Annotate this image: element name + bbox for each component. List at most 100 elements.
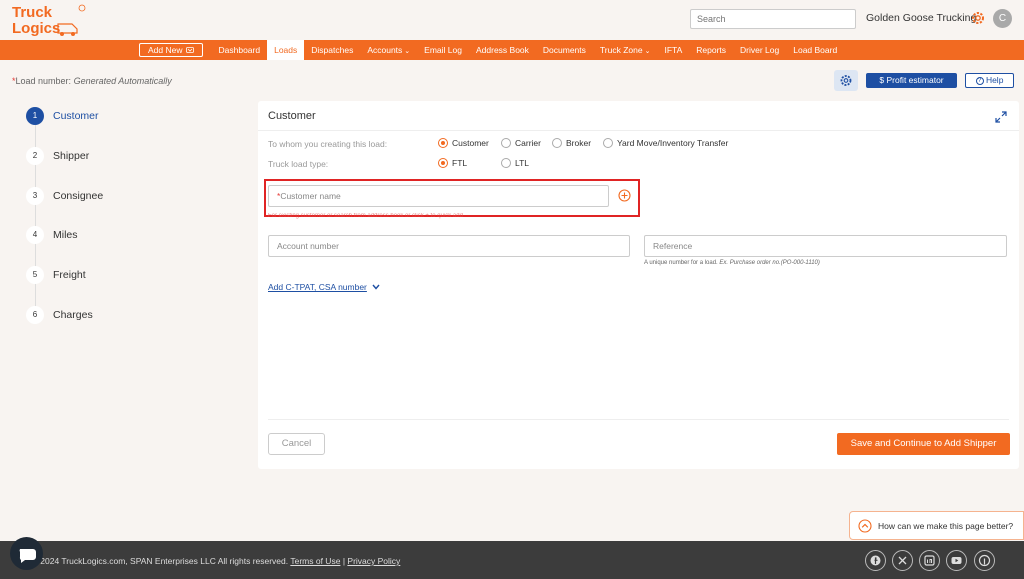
radio-ftl[interactable]: FTL: [438, 158, 467, 168]
gear-icon: [840, 75, 852, 86]
nav-item-documents[interactable]: Documents: [536, 40, 593, 60]
nav-item-email-log[interactable]: Email Log: [417, 40, 469, 60]
radio-label: Broker: [566, 138, 592, 148]
step-label: Consignee: [53, 190, 104, 202]
step-number: 4: [26, 226, 44, 244]
step-miles[interactable]: 4 Miles: [26, 226, 78, 244]
help-button[interactable]: ? Help: [965, 73, 1014, 88]
help-icon: ?: [975, 76, 984, 85]
radio-broker[interactable]: Broker: [552, 138, 591, 148]
step-label: Charges: [53, 309, 93, 321]
youtube-icon[interactable]: [946, 550, 967, 571]
customer-hint: For existing customer or search from add…: [268, 213, 463, 219]
chevron-up-icon: [858, 518, 872, 533]
step-number: 2: [26, 147, 44, 165]
save-continue-button[interactable]: Save and Continue to Add Shipper: [837, 433, 1010, 455]
step-freight[interactable]: 5 Freight: [26, 266, 86, 284]
nav-item-driver-log[interactable]: Driver Log: [733, 40, 786, 60]
step-label: Miles: [53, 229, 78, 241]
load-number-value: Generated Automatically: [73, 76, 172, 86]
facebook-icon[interactable]: [865, 550, 886, 571]
x-icon[interactable]: [892, 550, 913, 571]
step-shipper[interactable]: 2 Shipper: [26, 147, 89, 165]
radio-dot: [552, 138, 562, 148]
feedback-widget[interactable]: How can we make this page better?: [849, 511, 1024, 540]
chat-button[interactable]: [10, 537, 43, 570]
step-number: 3: [26, 187, 44, 205]
nav-item-dashboard[interactable]: Dashboard: [212, 40, 268, 60]
chevron-down-icon: [372, 284, 380, 290]
gear-icon[interactable]: [970, 10, 986, 26]
footer-text: ©2024 TruckLogics.com, SPAN Enterprises …: [34, 556, 400, 566]
step-label: Customer: [53, 110, 99, 122]
radio-label: Yard Move/Inventory Transfer: [617, 138, 729, 148]
step-charges[interactable]: 6 Charges: [26, 306, 93, 324]
reference-input[interactable]: Reference: [644, 235, 1007, 257]
add-circle-icon[interactable]: [618, 189, 631, 202]
pinterest-icon[interactable]: [974, 550, 995, 571]
divider: [258, 130, 1019, 131]
radio-label: Carrier: [515, 138, 541, 148]
main-nav: Add New Dashboard Loads Dispatches Accou…: [0, 40, 1024, 60]
nav-item-dispatches[interactable]: Dispatches: [304, 40, 360, 60]
privacy-link[interactable]: Privacy Policy: [347, 556, 400, 566]
step-number: 1: [26, 107, 44, 125]
step-customer[interactable]: 1 Customer: [26, 107, 99, 125]
load-number-label: Load number:: [15, 76, 72, 86]
nav-item-accounts[interactable]: Accounts ⌄: [360, 40, 417, 60]
add-ctpat-link[interactable]: Add C-TPAT, CSA number: [268, 282, 380, 292]
load-type-label: Truck load type:: [268, 159, 329, 169]
add-link-label: Add C-TPAT, CSA number: [268, 282, 367, 292]
copyright: ©2024 TruckLogics.com, SPAN Enterprises …: [34, 556, 289, 566]
nav-item-address-book[interactable]: Address Book: [469, 40, 536, 60]
radio-dot: [603, 138, 613, 148]
settings-button[interactable]: [834, 70, 858, 91]
step-label: Freight: [53, 269, 86, 281]
nav-item-load-board[interactable]: Load Board: [786, 40, 844, 60]
avatar[interactable]: C: [993, 9, 1012, 28]
expand-icon[interactable]: [995, 111, 1007, 123]
radio-dot: [438, 138, 448, 148]
account-number-input[interactable]: Account number: [268, 235, 630, 257]
customer-card: Customer To whom you creating this load:…: [258, 101, 1019, 469]
load-number: *Load number: Generated Automatically: [12, 76, 172, 86]
trucklogics-logo[interactable]: Truck Logics: [10, 2, 90, 38]
top-bar: Truck Logics Golden Goose Trucking C: [0, 0, 1024, 40]
linkedin-icon[interactable]: [919, 550, 940, 571]
search-input[interactable]: [690, 9, 856, 29]
separator: |: [342, 556, 346, 566]
footer: ©2024 TruckLogics.com, SPAN Enterprises …: [0, 541, 1024, 579]
step-consignee[interactable]: 3 Consignee: [26, 187, 103, 205]
step-label: Shipper: [53, 150, 90, 162]
chevron-down-icon: ⌄: [404, 48, 411, 55]
card-title: Customer: [268, 110, 316, 122]
reference-hint: A unique number for a load. Ex. Purchase…: [644, 260, 820, 266]
chevron-down-icon: ⌄: [644, 48, 651, 55]
add-new-button[interactable]: Add New: [139, 43, 203, 57]
chat-icon: [19, 549, 36, 563]
radio-customer[interactable]: Customer: [438, 138, 489, 148]
nav-item-loads[interactable]: Loads: [267, 40, 305, 60]
nav-item-ifta[interactable]: IFTA: [657, 40, 689, 60]
nav-item-truck-zone[interactable]: Truck Zone ⌄: [593, 40, 658, 60]
chevron-down-icon: [185, 47, 194, 53]
whom-label: To whom you creating this load:: [268, 139, 388, 149]
profit-estimator-button[interactable]: $ Profit estimator: [866, 73, 957, 88]
radio-dot: [438, 158, 448, 168]
terms-link[interactable]: Terms of Use: [290, 556, 340, 566]
nav-item-reports[interactable]: Reports: [689, 40, 733, 60]
radio-label: Customer: [452, 138, 489, 148]
svg-text:Logics: Logics: [12, 20, 60, 37]
divider: [268, 419, 1009, 420]
radio-dot: [501, 138, 511, 148]
reference-hint-text: A unique number for a load.: [644, 260, 718, 266]
radio-yard-move[interactable]: Yard Move/Inventory Transfer: [603, 138, 728, 148]
radio-ltl[interactable]: LTL: [501, 158, 529, 168]
radio-carrier[interactable]: Carrier: [501, 138, 541, 148]
cancel-button[interactable]: Cancel: [268, 433, 325, 455]
nav-item-label: Truck Zone: [599, 45, 643, 55]
feedback-label: How can we make this page better?: [878, 520, 1014, 531]
customer-name-input[interactable]: *Customer name: [268, 185, 609, 207]
add-new-label: Add New: [148, 45, 183, 55]
company-name: Golden Goose Trucking: [866, 12, 977, 24]
